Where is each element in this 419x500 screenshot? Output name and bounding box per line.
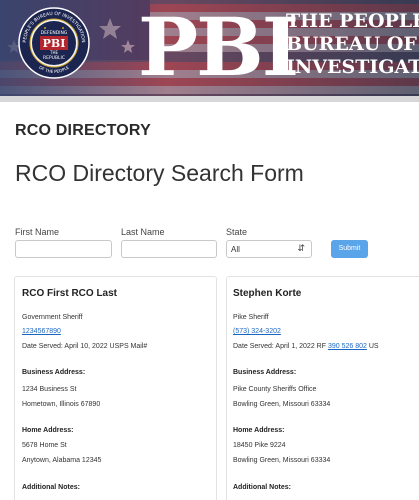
last-name-label: Last Name (121, 227, 165, 237)
svg-text:REPUBLIC: REPUBLIC (43, 55, 65, 61)
home-address-line2: Anytown, Alabama 12345 (22, 457, 102, 464)
first-name-label: First Name (15, 227, 60, 237)
rco-date-served: Date Served: April 1, 2022 RF 390 526 80… (233, 343, 379, 350)
state-label: State (226, 227, 248, 237)
rco-phone-link[interactable]: 1234567890 (22, 328, 61, 335)
rco-date-served: Date Served: April 10, 2022 USPS Mail# (22, 343, 148, 350)
rco-name: RCO First RCO Last (22, 288, 118, 299)
date-served-text: Date Served: April 1, 2022 RF (233, 343, 326, 350)
business-address-line1: Pike County Sheriffs Office (233, 386, 317, 393)
first-name-input[interactable] (15, 240, 112, 258)
additional-notes-label: Additional Notes: (233, 484, 291, 491)
tagline-line-2: BUREAU OF (286, 33, 417, 55)
tagline-line-1: THE PEOPLE'S (286, 10, 419, 32)
last-name-input[interactable] (121, 240, 217, 258)
rco-title: Pike Sheriff (233, 314, 269, 321)
state-select-value: All (231, 245, 240, 254)
site-banner: DEFENDING PBI THE REPUBLIC PEOPLE'S BURE… (0, 0, 419, 98)
home-address-label: Home Address: (233, 427, 285, 434)
home-address-line2: Bowling Green, Missouri 63334 (233, 457, 331, 464)
business-address-line2: Hometown, Illinois 67890 (22, 401, 101, 408)
tagline-line-3: INVESTIGATIO (286, 56, 419, 78)
page-title: RCO Directory Search Form (15, 160, 304, 186)
pbi-wordmark: PBI (138, 0, 299, 94)
updown-chevron-icon: ⇵ (297, 243, 305, 253)
home-address-label: Home Address: (22, 427, 74, 434)
business-address-line1: 1234 Business St (22, 386, 77, 393)
rco-card: RCO First RCO Last Government Sheriff 12… (14, 276, 217, 500)
section-label: RCO DIRECTORY (15, 122, 151, 139)
date-served-suffix: US (368, 343, 379, 350)
tracking-number-link[interactable]: 390 526 802 (328, 343, 367, 350)
state-select[interactable]: All ⇵ (226, 240, 312, 258)
rco-title: Government Sheriff (22, 314, 83, 321)
additional-notes-label: Additional Notes: (22, 484, 80, 491)
rco-name: Stephen Korte (233, 288, 302, 299)
svg-text:DEFENDING: DEFENDING (41, 30, 68, 36)
banner-tagline: THE PEOPLE'S BUREAU OF INVESTIGATIO (286, 10, 419, 79)
rco-card: Stephen Korte Pike Sheriff (573) 324-320… (226, 276, 419, 500)
rco-phone-link[interactable]: (573) 324-3202 (233, 328, 281, 335)
svg-text:THE: THE (49, 50, 58, 55)
submit-button[interactable]: Submit (331, 240, 368, 258)
home-address-line1: 5678 Home St (22, 442, 67, 449)
business-address-line2: Bowling Green, Missouri 63334 (233, 401, 331, 408)
pbi-seal-logo[interactable]: DEFENDING PBI THE REPUBLIC PEOPLE'S BURE… (18, 7, 90, 79)
banner-divider (0, 96, 419, 102)
home-address-line1: 18450 Pike 9224 (233, 442, 286, 449)
svg-text:PBI: PBI (43, 37, 66, 50)
business-address-label: Business Address: (22, 369, 86, 376)
business-address-label: Business Address: (233, 369, 297, 376)
